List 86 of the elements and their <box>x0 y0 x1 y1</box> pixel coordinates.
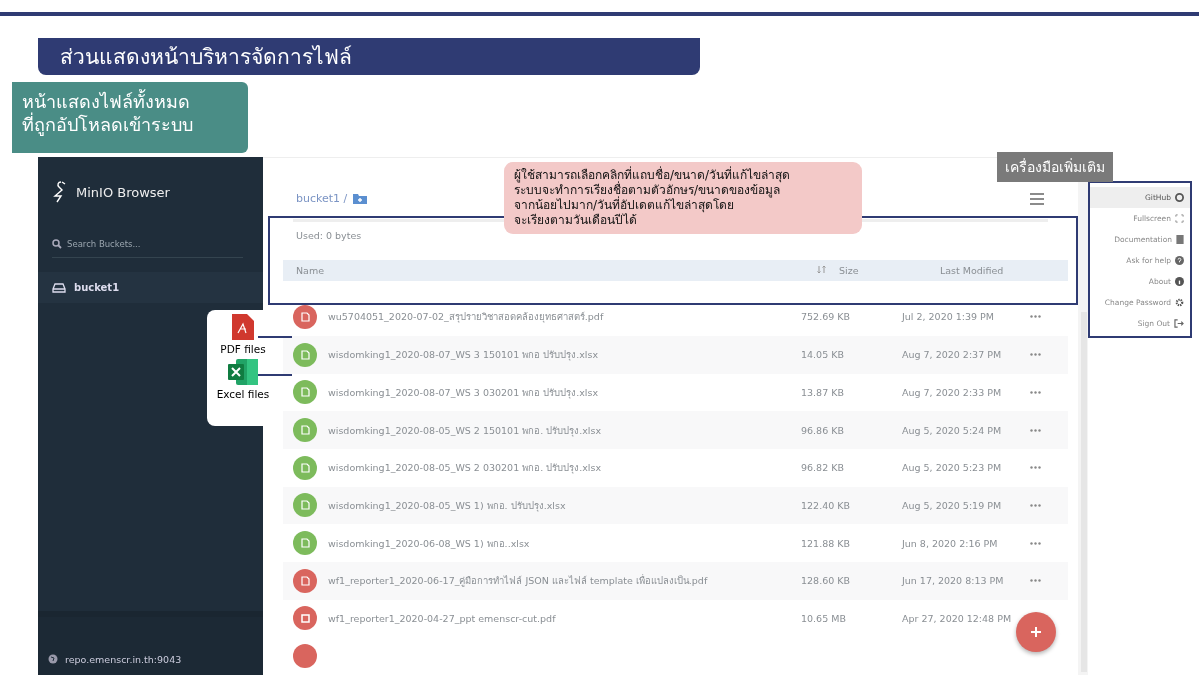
more-icon[interactable] <box>1030 466 1041 470</box>
file-row[interactable]: wisdomking1_2020-08-07_WS 3 030201 พกอ ปรับปรุง.xlsx 13.87 KB Aug 7, 2020 2:33 PM <box>283 373 1068 412</box>
sort-icon[interactable] <box>817 265 826 275</box>
breadcrumb-link[interactable]: bucket1 / <box>296 192 348 205</box>
file-date: Aug 7, 2020 2:33 PM <box>902 386 1003 398</box>
file-row[interactable]: wisdomking1_2020-08-05_WS 2 150101 พกอ. ปรับปรุง.xlsx 96.86 KB Aug 5, 2020 5:24 PM <box>283 411 1068 449</box>
legend-label: PDF files <box>220 343 266 355</box>
file-icon <box>293 380 317 405</box>
book-icon <box>1176 235 1184 244</box>
file-date: Jun 17, 2020 8:13 PM <box>902 575 1005 587</box>
file-name: wisdomking1_2020-06-08_WS 1) พกอ..xlsx <box>327 536 531 551</box>
file-row[interactable]: wu5704051_2020-07-02_สรุปรายวิชาสอดคล้องยุทธศาสตร์.pdf 752.69 KB Jul 2, 2020 1:39 PM <box>283 298 1068 336</box>
file-size: 752.69 KB <box>801 311 851 323</box>
file-row[interactable]: wisdomking1_2020-08-07_WS 3 150101 พกอ ปรับปรุง.xlsx 14.05 KB Aug 7, 2020 2:37 PM <box>283 335 1068 374</box>
file-date: Jul 2, 2020 1:39 PM <box>902 311 996 323</box>
pdf-file-icon <box>232 314 254 340</box>
file-size: 14.05 KB <box>801 349 845 361</box>
modified-column-header[interactable]: Last Modified <box>940 265 1068 277</box>
size-column-header[interactable]: Size <box>839 265 940 277</box>
file-size: 10.65 MB <box>801 612 847 624</box>
file-icon <box>293 644 317 669</box>
file-size: 96.86 KB <box>801 424 845 436</box>
file-date: Aug 5, 2020 5:23 PM <box>902 462 1003 474</box>
file-icon <box>293 455 317 480</box>
file-icon <box>293 531 317 556</box>
file-name: wisdomking1_2020-08-05_WS 2 150101 พกอ. ปรับปรุง.xlsx <box>327 423 603 438</box>
more-icon[interactable] <box>1030 353 1041 357</box>
file-date: Jun 8, 2020 2:16 PM <box>902 537 999 549</box>
file-name: wisdomking1_2020-08-07_WS 3 030201 พกอ ปรับปรุง.xlsx <box>327 385 600 400</box>
more-icon[interactable] <box>1030 541 1041 545</box>
file-size: 121.88 KB <box>801 537 851 549</box>
legend-label: Excel files <box>216 388 270 400</box>
spreadsheet-file-icon <box>228 359 258 385</box>
file-name: wisdomking1_2020-08-05_WS 1) พกอ. ปรับปรุง.xlsx <box>327 498 567 513</box>
file-date: Aug 5, 2020 5:19 PM <box>902 499 1003 511</box>
file-name: wf1_reporter1_2020-04-27_ppt emenscr-cut.pdf <box>327 612 557 624</box>
file-icon <box>293 304 317 329</box>
menu-icon[interactable] <box>1030 192 1044 205</box>
file-row[interactable]: wf1_reporter1_2020-06-17_คู่มือการทำไฟล์ JSON และไฟล์ template เพื่อแปลงเป็น.pdf 128.60 KB Jun 17, 2020 8:13 PM <box>283 561 1068 600</box>
more-icon[interactable] <box>1030 579 1041 583</box>
bucket-item[interactable]: bucket1 <box>38 272 263 303</box>
leader-line <box>258 336 292 338</box>
github-icon <box>1175 193 1184 202</box>
file-name: wf1_reporter1_2020-06-17_คู่มือการทำไฟล์ JSON และไฟล์ template เพื่อแปลงเป็น.pdf <box>327 573 709 589</box>
file-date: Aug 5, 2020 5:24 PM <box>902 424 1003 436</box>
file-icon <box>293 568 317 593</box>
file-row[interactable]: wisdomking1_2020-08-05_WS 2 030201 พกอ. ปรับปรุง.xlsx 96.82 KB Aug 5, 2020 5:23 PM <box>283 448 1068 487</box>
leader-line <box>258 374 292 376</box>
more-icon[interactable] <box>1030 503 1041 507</box>
file-date: Aug 7, 2020 2:37 PM <box>902 349 1003 361</box>
more-icon[interactable] <box>1030 315 1041 319</box>
file-size: 13.87 KB <box>801 386 845 398</box>
file-size: 128.60 KB <box>801 575 851 587</box>
more-icon[interactable] <box>1030 390 1041 394</box>
host-address: repo.emenscr.in.th:9043 <box>65 653 182 665</box>
file-icon <box>293 342 317 367</box>
file-row[interactable]: wisdomking1_2020-06-08_WS 1) พกอ..xlsx 121.88 KB Jun 8, 2020 2:16 PM <box>283 524 1068 562</box>
square-file-icon <box>293 606 317 631</box>
file-row[interactable]: wisdomking1_2020-08-05_WS 1) พกอ. ปรับปรุง.xlsx 122.40 KB Aug 5, 2020 5:19 PM <box>283 486 1068 525</box>
file-icon <box>293 418 317 443</box>
info-icon <box>1175 277 1184 286</box>
search-icon <box>52 239 62 249</box>
file-icon <box>293 493 317 518</box>
plus-icon <box>1030 626 1042 638</box>
file-size: 96.82 KB <box>801 462 845 474</box>
file-name: wisdomking1_2020-08-07_WS 3 150101 พกอ ปรับปรุง.xlsx <box>327 348 600 363</box>
name-column-header[interactable]: Name <box>283 265 817 277</box>
scrollbar[interactable] <box>1081 312 1087 672</box>
help-icon <box>1175 256 1184 265</box>
sign-out-icon <box>1174 319 1184 328</box>
file-size: 122.40 KB <box>801 499 851 511</box>
section-label: หน้าแสดงไฟล์ทั้งหมด ที่ถูกอัปโหลดเข้าระบบ <box>12 82 248 153</box>
file-name: wisdomking1_2020-08-05_WS 2 030201 พกอ. ปรับปรุง.xlsx <box>327 461 603 476</box>
search-field[interactable]: Search Buckets... <box>67 239 217 249</box>
sort-note-callout: ผู้ใช้สามารถเลือกคลิกที่แถบชื่อ/ขนาด/วันที่แก้ไขล่าสุด ระบบจะทำการเรียงชื่อตามตัวอักษร/ขนาดของข้อมูล จากน้อยไปมาก/วันที่อัปเดตแก้ไขล่าสุดโดย จะเรียงตามวันเดือนปีได้ <box>504 162 862 234</box>
tools-label: เครื่องมือเพิ่มเติม <box>997 152 1113 182</box>
add-folder-icon[interactable] <box>353 193 368 204</box>
drive-icon <box>52 282 66 293</box>
app-name: MinIO Browser <box>76 184 170 200</box>
slide-title: ส่วนแสดงหน้าบริหารจัดการไฟล์ <box>38 38 700 75</box>
usage-text: Used: 0 bytes <box>296 229 362 243</box>
settings-icon <box>1175 298 1184 307</box>
file-date: Apr 27, 2020 12:48 PM <box>902 612 1013 624</box>
fullscreen-icon <box>1175 214 1184 223</box>
file-name: wu5704051_2020-07-02_สรุปรายวิชาสอดคล้องยุทธศาสตร์.pdf <box>327 310 605 325</box>
more-icon[interactable] <box>1030 428 1041 432</box>
